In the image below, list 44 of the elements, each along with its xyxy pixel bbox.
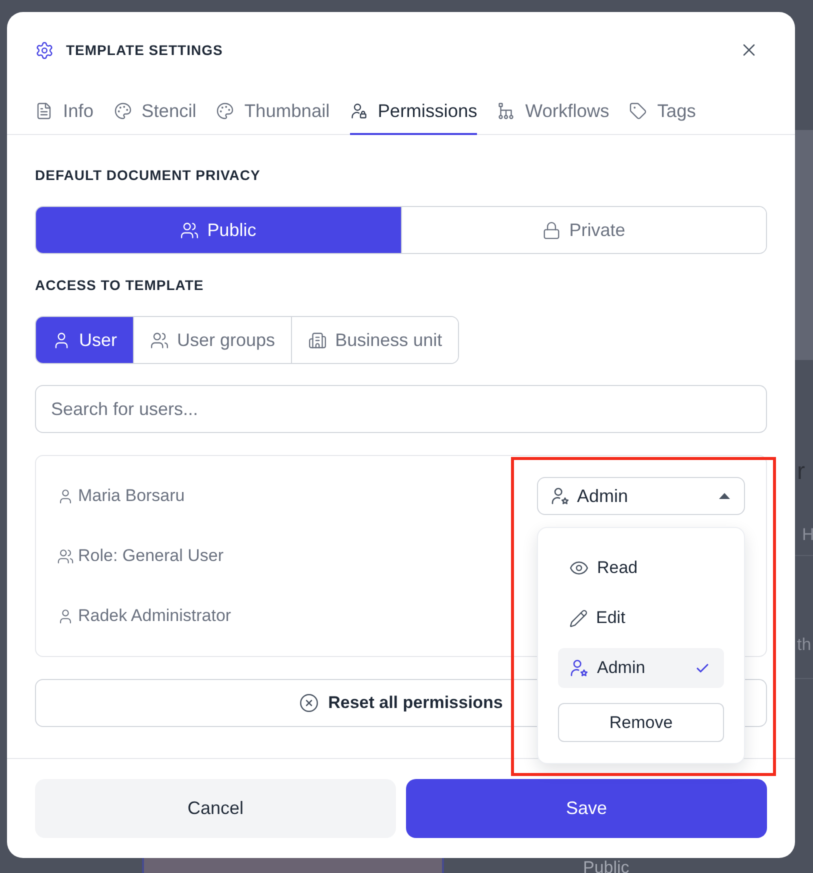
user-lock-icon — [350, 102, 368, 120]
tab[interactable]: Workflows — [497, 95, 610, 135]
user-icon — [57, 488, 74, 504]
cancel-button[interactable]: Cancel — [35, 779, 396, 838]
segment-option[interactable]: Private — [400, 207, 766, 253]
settings-icon — [35, 40, 54, 60]
segment-option[interactable]: Public — [36, 207, 400, 253]
tab[interactable]: Tags — [629, 95, 696, 135]
entry-name: Role: General User — [78, 546, 224, 566]
backdrop-text: H — [802, 526, 813, 543]
remove-button[interactable]: Remove — [558, 703, 724, 742]
search-field[interactable]: Search for users... — [35, 385, 767, 433]
user-star-icon — [550, 486, 570, 506]
dialog-title: TEMPLATE SETTINGS — [66, 41, 223, 60]
tab[interactable]: Thumbnail — [216, 95, 330, 135]
section-label: DEFAULT DOCUMENT PRIVACY — [35, 166, 262, 185]
entry-name: Radek Administrator — [78, 606, 232, 626]
save-button[interactable]: Save — [406, 779, 767, 838]
caret-up-icon — [719, 493, 730, 499]
tab[interactable]: Stencil — [114, 95, 196, 135]
users-icon — [57, 548, 74, 564]
pencil-icon — [569, 608, 588, 628]
tree-diagram-icon — [497, 102, 516, 120]
palette-icon — [114, 102, 132, 120]
circle-x-icon — [299, 693, 320, 713]
segment-option[interactable]: Business unit — [291, 317, 458, 363]
tab[interactable]: Permissions — [350, 95, 478, 135]
palette-icon — [216, 102, 234, 120]
backdrop-text: th — [797, 636, 812, 653]
backdrop-text: Public — [583, 859, 630, 873]
users-icon — [180, 220, 200, 240]
entry-name: Maria Borsaru — [78, 486, 185, 506]
permission-select[interactable]: Admin — [537, 477, 745, 515]
section-label: ACCESS TO TEMPLATE — [35, 276, 205, 295]
tab[interactable]: Info — [35, 95, 94, 135]
document-icon — [35, 102, 53, 120]
lock-icon — [542, 220, 562, 240]
user-star-icon — [569, 658, 589, 678]
user-icon — [57, 608, 74, 624]
building-icon — [308, 330, 328, 350]
segment-option[interactable]: User — [36, 317, 134, 363]
tag-icon — [629, 102, 648, 120]
menu-option[interactable]: Admin — [558, 648, 724, 688]
users-icon — [150, 330, 170, 350]
